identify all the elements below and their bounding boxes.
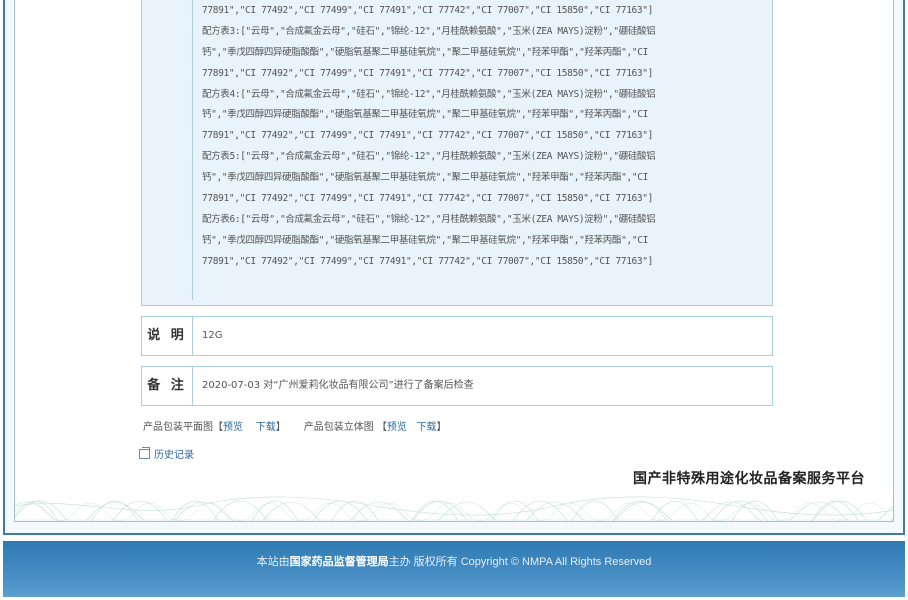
flat-preview-link[interactable]: 预览 bbox=[223, 422, 243, 433]
footer-copyright: 主办 版权所有 Copyright © NMPA All Rights Rese… bbox=[388, 556, 652, 568]
formula-line: 配方表5:["云母","合成氟金云母","硅石","锦纶-12","月桂酰赖氨酸… bbox=[202, 151, 656, 163]
formula-line: 钙","季戊四醇四异硬脂酸酯","硬脂氧基聚二甲基硅氧烷","聚二甲基硅氧烷",… bbox=[202, 109, 648, 121]
history-link[interactable]: 历史记录 bbox=[139, 446, 194, 461]
formula-line: 77891","CI 77492","CI 77499","CI 77491",… bbox=[202, 130, 654, 142]
flat-close-bracket: 】 bbox=[275, 422, 286, 433]
packaging-links: 产品包装平面图【预览 下载】 产品包装立体图 【预览 下载】 bbox=[143, 418, 446, 433]
history-icon bbox=[139, 447, 150, 459]
history-link-label[interactable]: 历史记录 bbox=[154, 450, 194, 461]
formula-line: 钙","季戊四醇四异硬脂酸酯","硬脂氧基聚二甲基硅氧烷","聚二甲基硅氧烷",… bbox=[202, 46, 648, 58]
description-value: 12G bbox=[202, 330, 223, 341]
stereo-close-bracket: 】 bbox=[436, 422, 447, 433]
formula-line: 77891","CI 77492","CI 77499","CI 77491",… bbox=[202, 193, 654, 205]
description-label: 说 明 bbox=[142, 317, 193, 355]
flat-download-link[interactable]: 下载 bbox=[256, 422, 276, 433]
formula-label-column bbox=[142, 0, 193, 300]
content-frame: 77891","CI 77492","CI 77499","CI 77491",… bbox=[3, 0, 905, 535]
formula-table-cell: 77891","CI 77492","CI 77499","CI 77491",… bbox=[141, 0, 773, 306]
formula-line: 77891","CI 77492","CI 77499","CI 77491",… bbox=[202, 67, 654, 79]
flat-image-label: 产品包装平面图【 bbox=[143, 422, 223, 433]
formula-line: 钙","季戊四醇四异硬脂酸酯","硬脂氧基聚二甲基硅氧烷","聚二甲基硅氧烷",… bbox=[202, 172, 648, 184]
formula-line: 77891","CI 77492","CI 77499","CI 77491",… bbox=[202, 5, 654, 16]
formula-line: 77891","CI 77492","CI 77499","CI 77491",… bbox=[202, 255, 654, 267]
site-footer: 本站由国家药品监督管理局主办 版权所有 Copyright © NMPA All… bbox=[3, 541, 905, 597]
remarks-row: 备 注 2020-07-03 对“广州爱莉化妆品有限公司”进行了备案后检查 bbox=[141, 366, 773, 406]
stereo-download-link[interactable]: 下载 bbox=[416, 422, 436, 433]
platform-title: 国产非特殊用途化妆品备案服务平台 bbox=[633, 470, 865, 486]
formula-text: 77891","CI 77492","CI 77499","CI 77491",… bbox=[202, 1, 762, 273]
formula-line: 配方表6:["云母","合成氟金云母","硅石","锦纶-12","月桂酰赖氨酸… bbox=[202, 213, 656, 225]
stereo-image-label: 产品包装立体图 【 bbox=[303, 422, 387, 433]
description-row: 说 明 12G bbox=[141, 316, 773, 356]
formula-line: 钙","季戊四醇四异硬脂酸酯","硬脂氧基聚二甲基硅氧烷","聚二甲基硅氧烷",… bbox=[202, 234, 648, 246]
remarks-label: 备 注 bbox=[142, 367, 193, 405]
formula-line: 配方表3:["云母","合成氟金云母","硅石","锦纶-12","月桂酰赖氨酸… bbox=[202, 25, 656, 37]
footer-prefix: 本站由 bbox=[256, 556, 290, 568]
stereo-preview-link[interactable]: 预览 bbox=[387, 422, 407, 433]
remarks-value: 2020-07-03 对“广州爱莉化妆品有限公司”进行了备案后检查 bbox=[202, 380, 474, 391]
footer-organization: 国家药品监督管理局 bbox=[289, 556, 389, 568]
content-inner: 77891","CI 77492","CI 77499","CI 77491",… bbox=[14, 0, 894, 522]
formula-line: 配方表4:["云母","合成氟金云母","硅石","锦纶-12","月桂酰赖氨酸… bbox=[202, 88, 656, 100]
